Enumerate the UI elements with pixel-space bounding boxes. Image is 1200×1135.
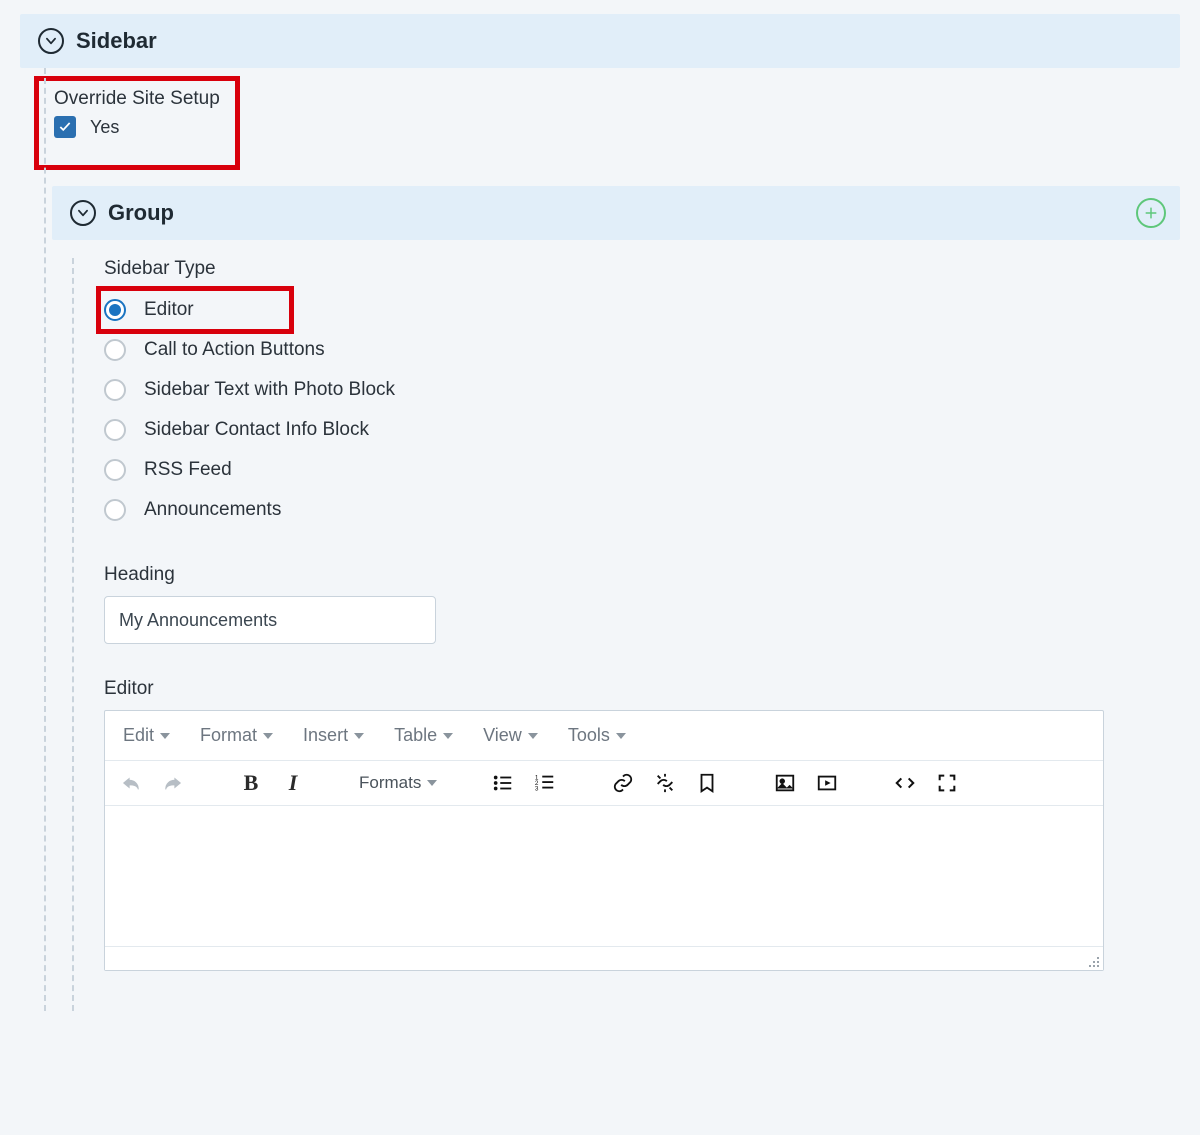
menu-label: Format <box>200 725 257 746</box>
section-title-group: Group <box>108 200 174 226</box>
editor-content-area[interactable] <box>105 806 1103 946</box>
caret-down-icon <box>354 733 364 739</box>
chevron-down-icon[interactable] <box>70 200 96 226</box>
radio-label: Editor <box>144 299 194 321</box>
editor-statusbar <box>105 946 1103 970</box>
radio-label: Call to Action Buttons <box>144 339 325 361</box>
override-checkbox[interactable] <box>54 116 76 138</box>
formats-label: Formats <box>359 773 421 793</box>
svg-text:3: 3 <box>535 785 539 792</box>
bold-button[interactable]: B <box>239 771 263 795</box>
image-icon[interactable] <box>773 771 797 795</box>
sidebar-type-label: Sidebar Type <box>104 258 1180 280</box>
radio-option-contact-info[interactable]: Sidebar Contact Info Block <box>104 410 1180 450</box>
radio-label: Sidebar Contact Info Block <box>144 419 369 441</box>
tree-line-outer <box>44 68 46 1011</box>
code-icon[interactable] <box>893 771 917 795</box>
section-bar-sidebar: Sidebar <box>20 14 1180 68</box>
radio-input[interactable] <box>104 299 126 321</box>
editor-menu-bar: Edit Format Insert Table View Tools <box>105 711 1103 761</box>
override-site-setup-block: Override Site Setup Yes <box>40 78 248 152</box>
add-group-button[interactable] <box>1136 198 1166 228</box>
radio-label: Sidebar Text with Photo Block <box>144 379 395 401</box>
group-fields: Sidebar Type Editor Call to Action Butto… <box>84 258 1180 1011</box>
caret-down-icon <box>443 733 453 739</box>
radio-label: RSS Feed <box>144 459 232 481</box>
radio-option-call-to-action[interactable]: Call to Action Buttons <box>104 330 1180 370</box>
bullet-list-icon[interactable] <box>491 771 515 795</box>
menu-edit[interactable]: Edit <box>123 725 170 746</box>
link-icon[interactable] <box>611 771 635 795</box>
editor-toolbar: B I Formats 123 <box>105 761 1103 806</box>
radio-option-text-photo[interactable]: Sidebar Text with Photo Block <box>104 370 1180 410</box>
radio-option-announcements[interactable]: Announcements <box>104 490 1180 530</box>
radio-input[interactable] <box>104 339 126 361</box>
menu-label: View <box>483 725 522 746</box>
formats-dropdown[interactable]: Formats <box>359 773 437 793</box>
menu-table[interactable]: Table <box>394 725 453 746</box>
radio-option-editor[interactable]: Editor <box>104 290 1180 330</box>
menu-tools[interactable]: Tools <box>568 725 626 746</box>
fullscreen-icon[interactable] <box>935 771 959 795</box>
caret-down-icon <box>263 733 273 739</box>
radio-input[interactable] <box>104 419 126 441</box>
section-bar-group: Group <box>52 186 1180 240</box>
menu-insert[interactable]: Insert <box>303 725 364 746</box>
bookmark-icon[interactable] <box>695 771 719 795</box>
sidebar-type-radio-group: Editor Call to Action Buttons Sidebar Te… <box>104 290 1180 530</box>
heading-input[interactable] <box>104 596 436 644</box>
menu-view[interactable]: View <box>483 725 538 746</box>
unlink-icon[interactable] <box>653 771 677 795</box>
section-title-sidebar: Sidebar <box>76 28 157 54</box>
caret-down-icon <box>160 733 170 739</box>
caret-down-icon <box>616 733 626 739</box>
editor-label: Editor <box>104 678 1180 700</box>
radio-input[interactable] <box>104 459 126 481</box>
italic-button[interactable]: I <box>281 771 305 795</box>
undo-icon[interactable] <box>119 771 143 795</box>
redo-icon[interactable] <box>161 771 185 795</box>
numbered-list-icon[interactable]: 123 <box>533 771 557 795</box>
radio-option-rss[interactable]: RSS Feed <box>104 450 1180 490</box>
menu-label: Tools <box>568 725 610 746</box>
video-icon[interactable] <box>815 771 839 795</box>
menu-label: Table <box>394 725 437 746</box>
resize-handle-icon[interactable] <box>1085 953 1099 967</box>
override-label: Override Site Setup <box>54 88 220 110</box>
caret-down-icon <box>528 733 538 739</box>
radio-label: Announcements <box>144 499 281 521</box>
menu-format[interactable]: Format <box>200 725 273 746</box>
menu-label: Insert <box>303 725 348 746</box>
tree-line-inner <box>72 258 74 1011</box>
heading-label: Heading <box>104 564 1180 586</box>
override-checkbox-label: Yes <box>90 117 119 138</box>
radio-input[interactable] <box>104 379 126 401</box>
rich-text-editor: Edit Format Insert Table View Tools B I <box>104 710 1104 971</box>
menu-label: Edit <box>123 725 154 746</box>
chevron-down-icon[interactable] <box>38 28 64 54</box>
radio-input[interactable] <box>104 499 126 521</box>
caret-down-icon <box>427 780 437 786</box>
